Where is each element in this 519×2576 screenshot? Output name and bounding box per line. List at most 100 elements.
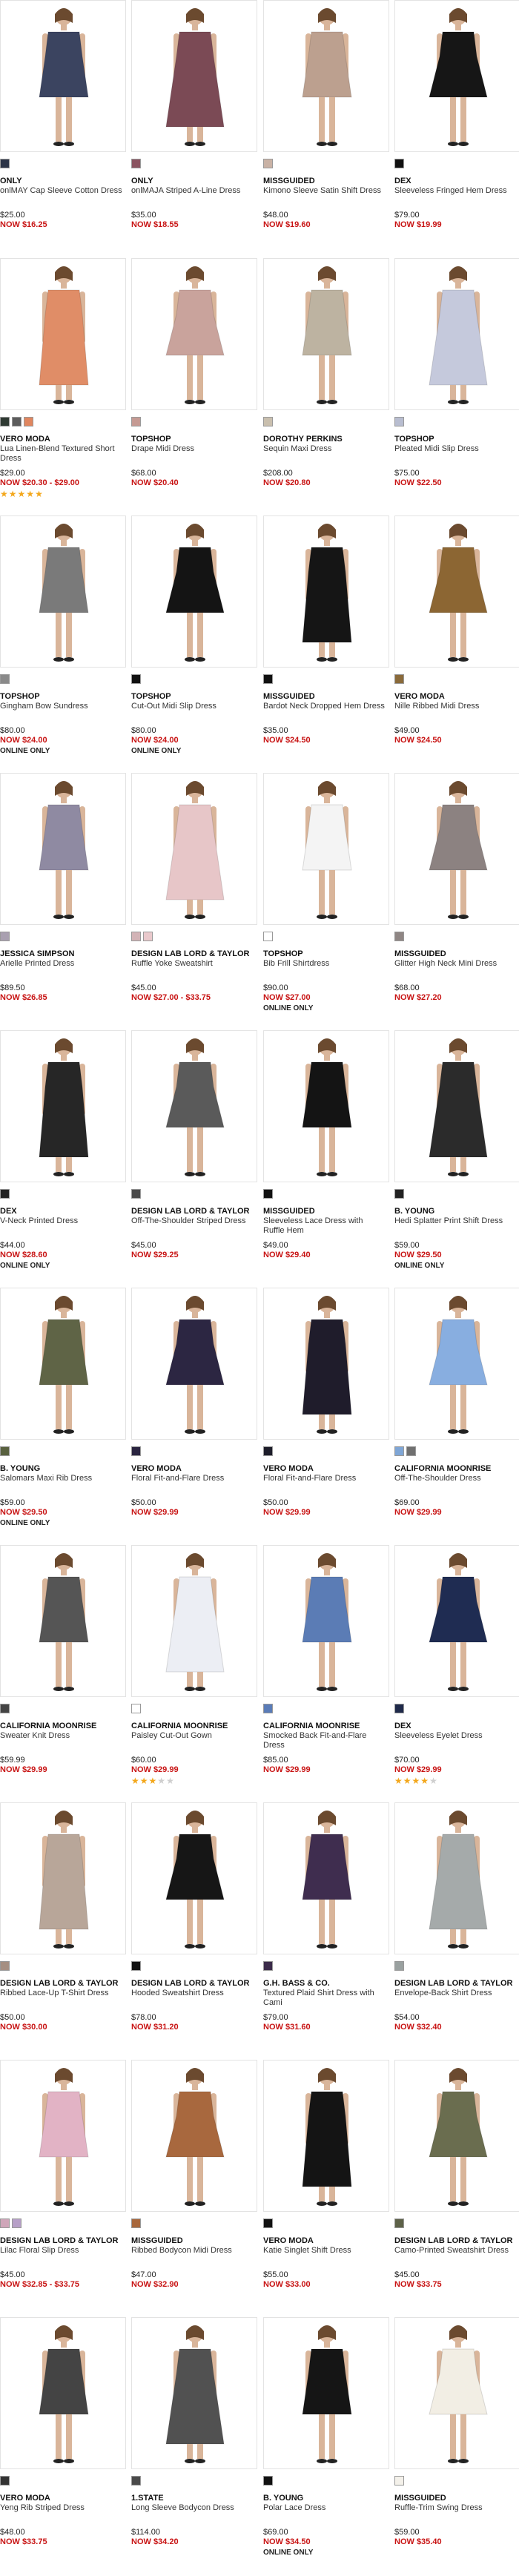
product-name[interactable]: Ribbed Bodycon Midi Dress — [131, 2246, 254, 2256]
color-swatch[interactable] — [131, 417, 141, 426]
product-image-link[interactable] — [394, 2317, 519, 2469]
product-image-link[interactable] — [394, 1545, 519, 1697]
product-name[interactable]: Camo-Printed Sweatshirt Dress — [394, 2246, 517, 2256]
product-name[interactable]: Ruffle Yoke Sweatshirt — [131, 959, 254, 969]
product-card[interactable]: DEX Sleeveless Eyelet Dress $70.00 NOW $29.… — [394, 1545, 519, 1797]
product-image-link[interactable] — [131, 773, 257, 925]
color-swatch[interactable] — [394, 1961, 404, 1971]
color-swatch[interactable] — [263, 2476, 273, 2486]
brand-name[interactable]: DEX — [0, 1207, 126, 1216]
product-card[interactable]: CALIFORNIA MOONRISE Off-The-Shoulder Dres… — [394, 1288, 519, 1540]
product-name[interactable]: Bardot Neck Dropped Hem Dress — [263, 702, 386, 711]
product-image-link[interactable] — [263, 515, 389, 668]
product-card[interactable]: MISSGUIDED Ruffle-Trim Swing Dress $59.00 N… — [394, 2317, 519, 2569]
product-name[interactable]: Off-The-Shoulder Dress — [394, 1474, 517, 1483]
product-name[interactable]: Cut-Out Midi Slip Dress — [131, 702, 254, 711]
product-image-link[interactable] — [131, 1545, 257, 1697]
product-name[interactable]: Bib Frill Shirtdress — [263, 959, 386, 969]
color-swatch[interactable] — [0, 932, 10, 941]
product-image-link[interactable] — [131, 515, 257, 668]
color-swatch[interactable] — [0, 159, 10, 168]
product-image-link[interactable] — [263, 1288, 389, 1440]
brand-name[interactable]: B. YOUNG — [394, 1207, 519, 1216]
color-swatch[interactable] — [12, 2218, 22, 2228]
product-card[interactable]: TOPSHOP Cut-Out Midi Slip Dress $80.00 NOW … — [131, 515, 257, 768]
product-image-link[interactable] — [263, 258, 389, 410]
color-swatch[interactable] — [394, 674, 404, 684]
product-card[interactable]: DESIGN LAB LORD & TAYLOR Hooded Sweatshir… — [131, 1802, 257, 2055]
product-name[interactable]: Katie Singlet Shift Dress — [263, 2246, 386, 2256]
brand-name[interactable]: MISSGUIDED — [263, 1207, 389, 1216]
brand-name[interactable]: TOPSHOP — [131, 435, 257, 444]
product-name[interactable]: Floral Fit-and-Flare Dress — [263, 1474, 386, 1483]
product-card[interactable]: DESIGN LAB LORD & TAYLOR Lilac Floral Sli… — [0, 2060, 126, 2312]
product-card[interactable]: CALIFORNIA MOONRISE Sweater Knit Dress $59… — [0, 1545, 126, 1797]
product-name[interactable]: Kimono Sleeve Satin Shift Dress — [263, 186, 386, 196]
color-swatch[interactable] — [263, 1189, 273, 1199]
product-name[interactable]: Hooded Sweatshirt Dress — [131, 1989, 254, 1998]
brand-name[interactable]: G.H. BASS & CO. — [263, 1979, 389, 1989]
product-image-link[interactable] — [131, 1288, 257, 1440]
product-image-link[interactable] — [0, 0, 126, 152]
color-swatch[interactable] — [131, 2218, 141, 2228]
color-swatch[interactable] — [394, 1704, 404, 1713]
brand-name[interactable]: DESIGN LAB LORD & TAYLOR — [131, 949, 257, 959]
product-name[interactable]: Off-The-Shoulder Striped Dress — [131, 1216, 254, 1226]
product-image-link[interactable] — [263, 773, 389, 925]
product-image-link[interactable] — [394, 258, 519, 410]
product-card[interactable]: TOPSHOP Gingham Bow Sundress $80.00 NOW $24… — [0, 515, 126, 768]
product-image-link[interactable] — [131, 2060, 257, 2212]
product-name[interactable]: Sleeveless Eyelet Dress — [394, 1731, 517, 1741]
color-swatch[interactable] — [263, 2218, 273, 2228]
product-image-link[interactable] — [0, 1802, 126, 1954]
product-name[interactable]: Floral Fit-and-Flare Dress — [131, 1474, 254, 1483]
product-name[interactable]: Salomars Maxi Rib Dress — [0, 1474, 122, 1483]
product-card[interactable]: B. YOUNG Polar Lace Dress $69.00 NOW $34.50… — [263, 2317, 389, 2569]
product-name[interactable]: onlMAY Cap Sleeve Cotton Dress — [0, 186, 122, 196]
product-image-link[interactable] — [131, 2317, 257, 2469]
product-card[interactable]: CALIFORNIA MOONRISE Paisley Cut-Out Gown $… — [131, 1545, 257, 1797]
product-name[interactable]: Smocked Back Fit-and-Flare Dress — [263, 1731, 386, 1750]
product-name[interactable]: Glitter High Neck Mini Dress — [394, 959, 517, 969]
color-swatch[interactable] — [394, 932, 404, 941]
product-card[interactable]: MISSGUIDED Glitter High Neck Mini Dress $6… — [394, 773, 519, 1025]
color-swatch[interactable] — [394, 2218, 404, 2228]
product-image-link[interactable] — [263, 2317, 389, 2469]
brand-name[interactable]: VERO MODA — [263, 1464, 389, 1474]
product-image-link[interactable] — [394, 1288, 519, 1440]
product-image-link[interactable] — [394, 773, 519, 925]
product-card[interactable]: B. YOUNG Hedi Splatter Print Shift Dress $… — [394, 1030, 519, 1282]
product-card[interactable]: ONLY onlMAY Cap Sleeve Cotton Dress $25.00… — [0, 0, 126, 252]
color-swatch[interactable] — [0, 1961, 10, 1971]
product-image-link[interactable] — [0, 773, 126, 925]
product-name[interactable]: Sequin Maxi Dress — [263, 444, 386, 454]
brand-name[interactable]: DEX — [394, 177, 519, 186]
color-swatch[interactable] — [131, 2476, 141, 2486]
brand-name[interactable]: CALIFORNIA MOONRISE — [394, 1464, 519, 1474]
product-name[interactable]: Lilac Floral Slip Dress — [0, 2246, 122, 2256]
color-swatch[interactable] — [131, 1704, 141, 1713]
color-swatch[interactable] — [0, 674, 10, 684]
brand-name[interactable]: TOPSHOP — [131, 692, 257, 702]
color-swatch[interactable] — [263, 417, 273, 426]
product-image-link[interactable] — [131, 0, 257, 152]
color-swatch[interactable] — [131, 1189, 141, 1199]
color-swatch[interactable] — [131, 1446, 141, 1456]
product-name[interactable]: Envelope-Back Shirt Dress — [394, 1989, 517, 1998]
product-name[interactable]: Hedi Splatter Print Shift Dress — [394, 1216, 517, 1226]
brand-name[interactable]: B. YOUNG — [0, 1464, 126, 1474]
product-card[interactable]: VERO MODA Nille Ribbed Midi Dress $49.00 NO… — [394, 515, 519, 768]
brand-name[interactable]: VERO MODA — [263, 2236, 389, 2246]
brand-name[interactable]: MISSGUIDED — [131, 2236, 257, 2246]
color-swatch[interactable] — [394, 1446, 404, 1456]
product-name[interactable]: Long Sleeve Bodycon Dress — [131, 2503, 254, 2513]
product-image-link[interactable] — [394, 0, 519, 152]
brand-name[interactable]: CALIFORNIA MOONRISE — [131, 1722, 257, 1731]
color-swatch[interactable] — [263, 932, 273, 941]
product-name[interactable]: Lua Linen-Blend Textured Short Dress — [0, 444, 122, 464]
product-card[interactable]: VERO MODA Floral Fit-and-Flare Dress $50.0… — [131, 1288, 257, 1540]
product-image-link[interactable] — [394, 2060, 519, 2212]
brand-name[interactable]: MISSGUIDED — [394, 949, 519, 959]
product-card[interactable]: TOPSHOP Pleated Midi Slip Dress $75.00 NOW … — [394, 258, 519, 510]
product-image-link[interactable] — [263, 1545, 389, 1697]
